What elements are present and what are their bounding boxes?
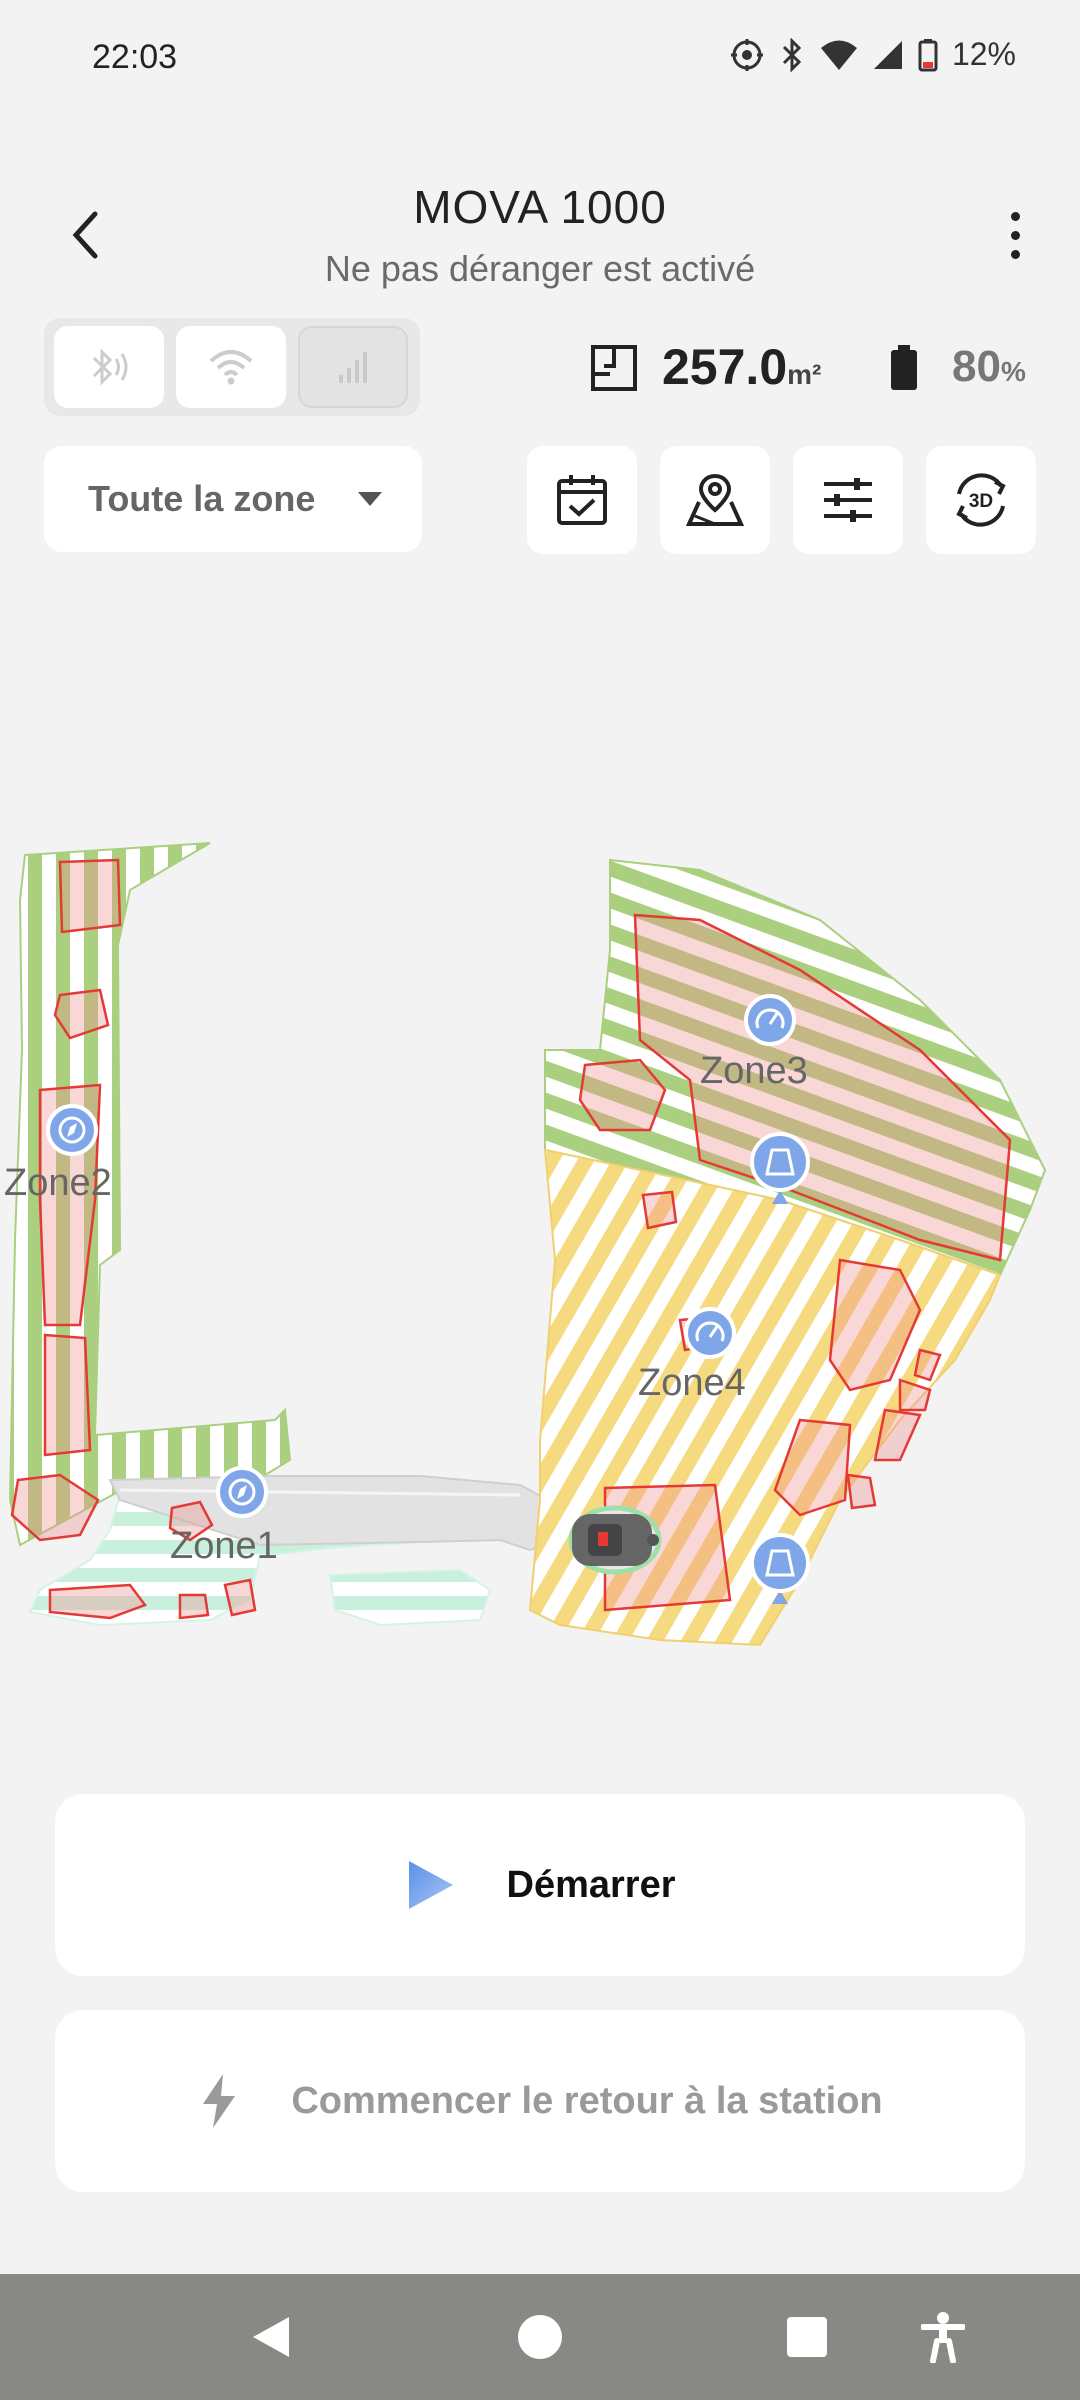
zone-selector-label: Toute la zone xyxy=(88,478,316,519)
bluetooth-button[interactable] xyxy=(54,326,164,408)
circle-home-icon xyxy=(518,2315,562,2359)
system-nav-bar xyxy=(0,2274,1080,2400)
battery-unit: % xyxy=(1000,356,1026,387)
signal-icon xyxy=(873,40,902,69)
play-icon xyxy=(408,1861,453,1909)
zone-label-zone3: Zone3 xyxy=(700,1050,808,1092)
map-pin-icon xyxy=(685,473,745,526)
battery-level: 80% xyxy=(952,342,1026,391)
bluetooth-icon xyxy=(782,37,802,72)
nav-home-button[interactable] xyxy=(507,2304,573,2370)
zone1-patch xyxy=(328,1568,492,1627)
wifi-icon xyxy=(209,350,253,385)
more-options-button[interactable] xyxy=(990,200,1040,270)
triangle-back-icon xyxy=(253,2317,289,2357)
schedule-button[interactable] xyxy=(527,446,637,554)
no-go-zone xyxy=(223,1578,257,1617)
lawn-map[interactable]: Zone2 Zone1 Zone3 Zone4 xyxy=(0,820,1080,1670)
dnd-status: Ne pas déranger est activé xyxy=(324,248,756,289)
no-go-zone xyxy=(846,1473,877,1510)
compass-marker-zone1[interactable] xyxy=(216,1466,268,1518)
no-go-zone xyxy=(58,858,122,934)
accessibility-icon xyxy=(921,2312,965,2363)
no-go-zone xyxy=(178,1593,210,1620)
battery-low-icon xyxy=(918,38,938,71)
wifi-icon xyxy=(820,40,857,70)
no-go-zone xyxy=(43,1333,92,1457)
mowed-area: 257.0m² xyxy=(662,339,822,395)
status-time: 22:03 xyxy=(92,38,178,76)
area-unit: m² xyxy=(787,359,822,390)
battery-percent: 12% xyxy=(951,36,1016,72)
location-target-icon xyxy=(730,38,763,71)
calendar-check-icon xyxy=(557,475,607,525)
view-3d-button[interactable]: 3D xyxy=(926,446,1036,554)
no-go-zone xyxy=(641,1190,678,1230)
battery-icon xyxy=(888,344,920,397)
sliders-icon xyxy=(824,478,872,522)
nav-accessibility-button[interactable] xyxy=(910,2304,976,2370)
compass-marker-zone2[interactable] xyxy=(46,1104,98,1156)
zone-selector[interactable]: Toute la zone xyxy=(44,446,422,552)
cellular-button[interactable] xyxy=(298,326,408,408)
lightning-icon xyxy=(203,2074,236,2128)
cellular-bars-icon xyxy=(339,352,367,383)
zone-label-zone2: Zone2 xyxy=(4,1162,112,1204)
wifi-button[interactable] xyxy=(176,326,286,408)
start-label: Démarrer xyxy=(506,1863,676,1906)
bluetooth-signal-icon xyxy=(92,348,128,386)
status-icons: 12% xyxy=(730,36,1016,73)
square-recents-icon xyxy=(787,2317,827,2357)
zone-label-zone4: Zone4 xyxy=(638,1362,746,1404)
speed-marker-zone3[interactable] xyxy=(744,994,796,1046)
speed-marker-zone4[interactable] xyxy=(684,1307,736,1359)
caret-down-icon xyxy=(358,492,382,506)
zone-label-zone1: Zone1 xyxy=(170,1525,278,1567)
nav-back-button[interactable] xyxy=(238,2304,304,2370)
map-edit-button[interactable] xyxy=(660,446,770,554)
settings-button[interactable] xyxy=(793,446,903,554)
more-vertical-icon xyxy=(1010,211,1020,221)
mower-icon[interactable] xyxy=(568,1505,662,1575)
svg-text:3D: 3D xyxy=(969,491,993,512)
start-button[interactable]: Démarrer xyxy=(55,1794,1025,1976)
return-to-station-button[interactable]: Commencer le retour à la station xyxy=(55,2010,1025,2192)
floorplan-icon xyxy=(590,344,638,397)
return-label: Commencer le retour à la station xyxy=(291,2079,883,2122)
page-title: MOVA 1000 xyxy=(413,181,667,233)
rotate-3d-icon: 3D xyxy=(956,473,1006,527)
connectivity-group xyxy=(44,318,420,416)
nav-recents-button[interactable] xyxy=(774,2304,840,2370)
